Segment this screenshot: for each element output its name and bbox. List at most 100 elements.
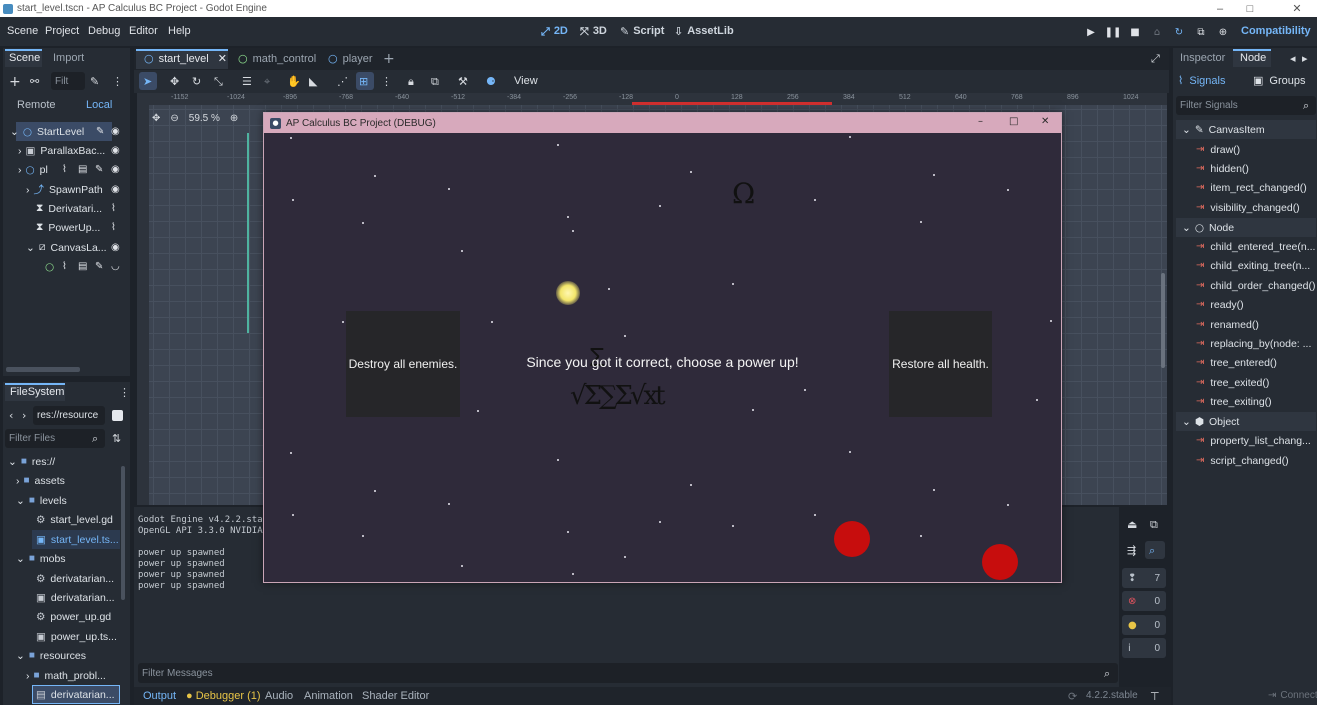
instance-icon[interactable]: ▤ [78, 164, 87, 175]
instance-icon[interactable]: ▤ [78, 261, 87, 272]
warning-count-button[interactable]: ● 0 [1122, 615, 1166, 635]
pause-icon[interactable]: ❚❚ [1105, 25, 1122, 39]
message-count-button[interactable]: ❢ 7 [1122, 568, 1166, 588]
fs-item-levels[interactable]: ⌄ ■ levels [16, 491, 67, 510]
tab-scene[interactable]: Scene [9, 52, 40, 64]
game-close-button[interactable]: ✕ [1041, 116, 1049, 127]
menu-kebab-icon[interactable]: ⋮ [119, 386, 130, 399]
signal-item[interactable]: ⇥ renamed() [1196, 315, 1259, 334]
signal-item[interactable]: ⇥ tree_entered() [1196, 353, 1277, 372]
remote-deploy-icon[interactable]: ⌂ [1150, 25, 1164, 39]
fs-item-power-up-gd[interactable]: ⚙ power_up.gd [36, 607, 111, 626]
movie-icon[interactable]: ⊕ [1216, 25, 1230, 39]
add-tab-icon[interactable]: + [383, 51, 395, 67]
game-minimize-button[interactable]: – [978, 116, 983, 127]
signal-category-object[interactable]: ⌄ ⬢ Object [1176, 412, 1316, 431]
subtab-groups[interactable]: ▣ Groups [1253, 74, 1305, 87]
fs-item-mobs[interactable]: ⌄ ■ mobs [16, 549, 66, 568]
close-button[interactable]: ✕ [1282, 0, 1312, 17]
path-field[interactable]: res://resource [33, 406, 105, 425]
fs-item-assets[interactable]: › ■ assets [16, 471, 65, 490]
search-toggle-icon[interactable]: ⌕ [1149, 544, 1155, 558]
tab-inspector[interactable]: Inspector [1180, 52, 1225, 64]
tab-filesystem[interactable]: FileSystem [10, 386, 64, 398]
add-node-icon[interactable]: + [9, 74, 21, 90]
scene-hscrollbar[interactable] [6, 367, 80, 372]
list-select-icon[interactable]: ☰ [242, 75, 252, 88]
local-tab[interactable]: Local [86, 99, 112, 111]
snap-options-icon[interactable]: ⋮ [381, 75, 392, 88]
visibility-eye-icon[interactable]: ◉ [111, 145, 120, 156]
signal-item[interactable]: ⇥ hidden() [1196, 159, 1249, 178]
game-maximize-button[interactable]: □ [1009, 116, 1018, 127]
ruler-tool-icon[interactable]: ◣ [309, 75, 317, 88]
mode-3d-button[interactable]: ⤧ 3D [580, 25, 607, 39]
fs-item-derivatarian-res[interactable]: ▤ derivatarian... [36, 685, 115, 704]
toggle-bottom-panel-icon[interactable]: ⊤ [1150, 690, 1160, 703]
fs-item-start-level-gd[interactable]: ⚙ start_level.gd [36, 510, 113, 529]
fs-item-resources[interactable]: ⌄ ■ resources [16, 646, 86, 665]
signal-item[interactable]: ⇥ property_list_chang... [1196, 431, 1311, 450]
tree-node-derivatarian[interactable]: ⧗ Derivatari... [36, 199, 102, 218]
close-tab-icon[interactable]: ✕ [218, 52, 227, 65]
menu-project[interactable]: Project [45, 25, 79, 37]
reload-icon[interactable]: ↻ [1172, 25, 1186, 39]
fs-item-derivatarian-tscn[interactable]: ▣ derivatarian... [36, 588, 115, 607]
tree-node-parallax[interactable]: › ▣ ParallaxBac... [18, 141, 105, 160]
sort-icon[interactable]: ⇅ [112, 432, 121, 445]
signal-item[interactable]: ⇥ ready() [1196, 295, 1244, 314]
script-icon[interactable]: ✎ [95, 164, 103, 175]
signal-item[interactable]: ⇥ item_rect_changed() [1196, 178, 1307, 197]
filter-messages-input[interactable]: Filter Messages [138, 663, 1118, 683]
bottom-tab-animation[interactable]: Animation [304, 690, 353, 702]
menu-kebab-icon[interactable]: ⋮ [112, 75, 123, 88]
distraction-free-icon[interactable]: ⤢ [1151, 52, 1160, 66]
camera-icon[interactable]: ⚈ [486, 75, 496, 88]
tab-import[interactable]: Import [53, 52, 84, 64]
bottom-tab-shader-editor[interactable]: Shader Editor [362, 690, 429, 702]
subtab-signals[interactable]: ⌇ Signals [1178, 74, 1225, 87]
bone-icon[interactable]: ⚒ [458, 75, 468, 88]
visibility-hidden-icon[interactable]: ◡ [111, 261, 120, 272]
editor-tab-start-level[interactable]: ○ start_level ✕ [144, 52, 227, 65]
tree-node-player[interactable]: › ○ pl [18, 160, 48, 179]
move-tool-icon[interactable]: ✥ [170, 75, 179, 88]
group-icon[interactable]: ⧉ [431, 75, 439, 89]
editor-tab-math-control[interactable]: ○ math_control [238, 52, 316, 65]
viewport-vscrollbar[interactable] [1161, 273, 1165, 368]
tree-node-canvaslayer[interactable]: ⌄ ⧄ CanvasLa... [26, 238, 107, 257]
menu-editor[interactable]: Editor [129, 25, 158, 37]
bottom-tab-debugger[interactable]: ● Debugger (1) [186, 690, 261, 702]
visibility-eye-icon[interactable]: ◉ [111, 164, 120, 175]
tree-node-spawnpath[interactable]: › ⤴ SpawnPath [26, 180, 103, 199]
stop-icon[interactable]: ■ [1128, 25, 1142, 39]
signal-item[interactable]: ⇥ child_exiting_tree(n... [1196, 256, 1310, 275]
clear-output-icon[interactable]: ⏏ [1127, 518, 1137, 531]
dock-left-icon[interactable]: ◂ [1290, 52, 1296, 65]
signal-icon[interactable]: ⌇ [62, 261, 67, 272]
lock-icon[interactable]: 🔒︎ [408, 75, 414, 89]
tab-node[interactable]: Node [1240, 52, 1266, 64]
visibility-eye-icon[interactable]: ◉ [111, 184, 120, 195]
signal-category-node[interactable]: ⌄ ○ Node [1176, 218, 1316, 237]
tree-node-control[interactable]: ○ [45, 257, 54, 276]
fs-item-res[interactable]: ⌄ ■ res:// [8, 452, 55, 471]
error-count-button[interactable]: ⊗ 0 [1122, 591, 1166, 611]
zoom-out-icon[interactable]: ⊖ [170, 113, 178, 124]
script-icon[interactable]: ✎ [95, 261, 103, 272]
mode-2d-button[interactable]: ⤢ 2D [541, 25, 568, 39]
signal-icon[interactable]: ⌇ [62, 164, 67, 175]
mode-script-button[interactable]: ✎ Script [620, 25, 664, 38]
play-icon[interactable]: ▶ [1084, 25, 1098, 39]
game-debug-window[interactable]: ● AP Calculus BC Project (DEBUG) – □ ✕ Ω… [263, 112, 1062, 583]
signal-category-canvasitem[interactable]: ⌄ ✎ CanvasItem [1176, 120, 1316, 139]
connect-button[interactable]: ⇥Connect... [1268, 690, 1317, 701]
script-attach-icon[interactable]: ✎ [90, 75, 99, 88]
fs-item-derivatarian-gd[interactable]: ⚙ derivatarian... [36, 569, 114, 588]
dock-right-icon[interactable]: ▸ [1302, 52, 1308, 65]
menu-debug[interactable]: Debug [88, 25, 120, 37]
collapse-icon[interactable]: ⇶ [1127, 544, 1136, 557]
signal-item[interactable]: ⇥ draw() [1196, 140, 1240, 159]
signal-icon[interactable]: ⌇ [111, 222, 116, 233]
split-view-icon[interactable] [112, 410, 123, 421]
